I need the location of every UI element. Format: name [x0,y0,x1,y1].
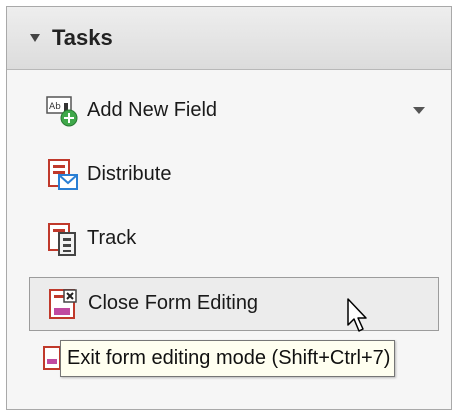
task-label: Distribute [87,163,172,185]
svg-text:Ab: Ab [49,102,61,112]
distribute-icon [48,159,78,190]
tooltip-text: Exit form editing mode (Shift+Ctrl+7) [67,347,391,369]
tooltip: Exit form editing mode (Shift+Ctrl+7) [60,340,396,377]
collapse-triangle-icon[interactable] [30,34,40,42]
task-track[interactable]: Track [29,213,439,267]
mouse-cursor-icon [347,298,367,332]
task-distribute[interactable]: Distribute [29,149,439,203]
task-label: Close Form Editing [88,292,259,314]
panel-title: Tasks [52,25,113,50]
close-form-editing-icon [49,289,77,319]
tasks-panel-header[interactable]: Tasks [7,7,451,70]
form-partial-icon [43,346,61,370]
add-field-icon: Ab [46,96,78,127]
chevron-down-icon[interactable] [413,107,425,114]
task-close-form-editing[interactable]: Close Form Editing [29,277,439,331]
task-label: Track [87,227,137,249]
task-add-new-field[interactable]: Ab Add New Field [29,85,439,139]
track-icon [48,223,76,256]
task-label: Add New Field [87,99,218,121]
